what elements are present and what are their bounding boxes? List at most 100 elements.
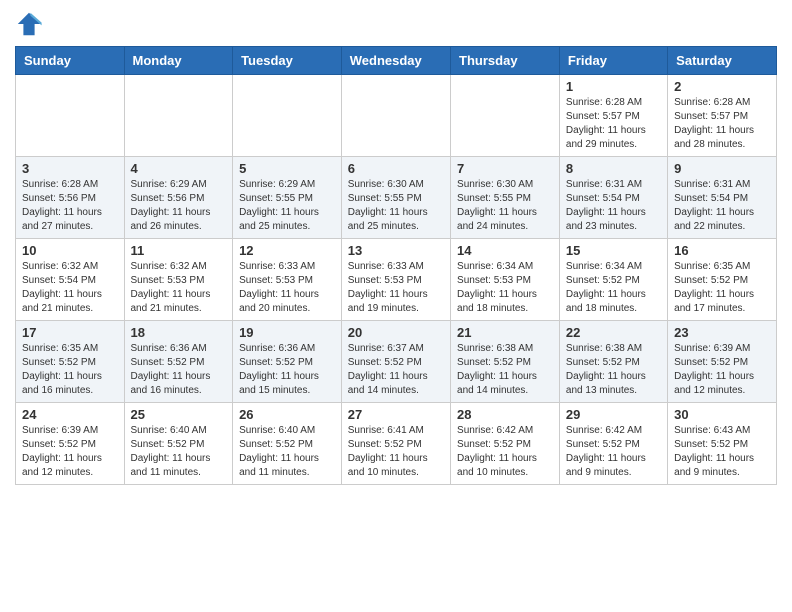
calendar-header-row: SundayMondayTuesdayWednesdayThursdayFrid… xyxy=(16,47,777,75)
day-info: Sunrise: 6:39 AM Sunset: 5:52 PM Dayligh… xyxy=(22,424,118,480)
day-info: Sunrise: 6:38 AM Sunset: 5:52 PM Dayligh… xyxy=(566,342,661,398)
calendar-cell: 10 Sunrise: 6:32 AM Sunset: 5:54 PM Dayli… xyxy=(16,239,125,321)
calendar-cell: 12 Sunrise: 6:33 AM Sunset: 5:53 PM Dayli… xyxy=(233,239,342,321)
calendar-cell: 14Sunrise: 6:34 AM Sunset: 5:53 PM Dayli… xyxy=(451,239,560,321)
week-row-2: 10 Sunrise: 6:32 AM Sunset: 5:54 PM Dayli… xyxy=(16,239,777,321)
day-info: Sunrise: 6:42 AM Sunset: 5:52 PM Dayligh… xyxy=(457,424,553,480)
day-number: 20 xyxy=(348,325,444,340)
calendar-cell: 9Sunrise: 6:31 AM Sunset: 5:54 PM Daylig… xyxy=(668,157,777,239)
day-info: Sunrise: 6:30 AM Sunset: 5:55 PM Dayligh… xyxy=(457,178,553,234)
day-info: Sunrise: 6:37 AM Sunset: 5:52 PM Dayligh… xyxy=(348,342,444,398)
day-number: 9 xyxy=(674,161,770,176)
day-number: 6 xyxy=(348,161,444,176)
calendar-cell: 21 Sunrise: 6:38 AM Sunset: 5:52 PM Dayli… xyxy=(451,321,560,403)
day-info: Sunrise: 6:40 AM Sunset: 5:52 PM Dayligh… xyxy=(239,424,335,480)
calendar-cell xyxy=(124,75,233,157)
calendar-cell: 1 Sunrise: 6:28 AM Sunset: 5:57 PM Daylig… xyxy=(559,75,667,157)
calendar-cell: 23Sunrise: 6:39 AM Sunset: 5:52 PM Dayli… xyxy=(668,321,777,403)
calendar-cell xyxy=(451,75,560,157)
calendar-cell: 5 Sunrise: 6:29 AM Sunset: 5:55 PM Daylig… xyxy=(233,157,342,239)
calendar-cell: 8 Sunrise: 6:31 AM Sunset: 5:54 PM Daylig… xyxy=(559,157,667,239)
day-number: 4 xyxy=(131,161,227,176)
day-info: Sunrise: 6:28 AM Sunset: 5:57 PM Dayligh… xyxy=(674,96,770,152)
day-info: Sunrise: 6:29 AM Sunset: 5:55 PM Dayligh… xyxy=(239,178,335,234)
day-info: Sunrise: 6:38 AM Sunset: 5:52 PM Dayligh… xyxy=(457,342,553,398)
header-wednesday: Wednesday xyxy=(341,47,450,75)
calendar-cell: 2 Sunrise: 6:28 AM Sunset: 5:57 PM Daylig… xyxy=(668,75,777,157)
logo[interactable] xyxy=(15,10,45,38)
day-info: Sunrise: 6:35 AM Sunset: 5:52 PM Dayligh… xyxy=(674,260,770,316)
calendar-cell: 22Sunrise: 6:38 AM Sunset: 5:52 PM Dayli… xyxy=(559,321,667,403)
calendar: SundayMondayTuesdayWednesdayThursdayFrid… xyxy=(15,46,777,485)
week-row-4: 24 Sunrise: 6:39 AM Sunset: 5:52 PM Dayli… xyxy=(16,403,777,485)
calendar-cell: 11Sunrise: 6:32 AM Sunset: 5:53 PM Dayli… xyxy=(124,239,233,321)
day-number: 21 xyxy=(457,325,553,340)
day-info: Sunrise: 6:34 AM Sunset: 5:52 PM Dayligh… xyxy=(566,260,661,316)
day-info: Sunrise: 6:35 AM Sunset: 5:52 PM Dayligh… xyxy=(22,342,118,398)
calendar-cell: 17 Sunrise: 6:35 AM Sunset: 5:52 PM Dayli… xyxy=(16,321,125,403)
calendar-cell: 27 Sunrise: 6:41 AM Sunset: 5:52 PM Dayli… xyxy=(341,403,450,485)
day-number: 14 xyxy=(457,243,553,258)
day-number: 19 xyxy=(239,325,335,340)
week-row-3: 17 Sunrise: 6:35 AM Sunset: 5:52 PM Dayli… xyxy=(16,321,777,403)
day-number: 2 xyxy=(674,79,770,94)
day-number: 7 xyxy=(457,161,553,176)
day-number: 28 xyxy=(457,407,553,422)
day-number: 26 xyxy=(239,407,335,422)
day-number: 29 xyxy=(566,407,661,422)
day-number: 8 xyxy=(566,161,661,176)
day-number: 15 xyxy=(566,243,661,258)
header-tuesday: Tuesday xyxy=(233,47,342,75)
day-number: 12 xyxy=(239,243,335,258)
day-number: 3 xyxy=(22,161,118,176)
header-friday: Friday xyxy=(559,47,667,75)
calendar-cell: 3 Sunrise: 6:28 AM Sunset: 5:56 PM Daylig… xyxy=(16,157,125,239)
day-info: Sunrise: 6:28 AM Sunset: 5:56 PM Dayligh… xyxy=(22,178,118,234)
page-header xyxy=(15,10,777,38)
day-info: Sunrise: 6:33 AM Sunset: 5:53 PM Dayligh… xyxy=(239,260,335,316)
calendar-cell: 16Sunrise: 6:35 AM Sunset: 5:52 PM Dayli… xyxy=(668,239,777,321)
calendar-cell xyxy=(16,75,125,157)
day-number: 5 xyxy=(239,161,335,176)
header-thursday: Thursday xyxy=(451,47,560,75)
day-number: 27 xyxy=(348,407,444,422)
day-info: Sunrise: 6:36 AM Sunset: 5:52 PM Dayligh… xyxy=(239,342,335,398)
day-info: Sunrise: 6:29 AM Sunset: 5:56 PM Dayligh… xyxy=(131,178,227,234)
day-number: 25 xyxy=(131,407,227,422)
calendar-cell: 4 Sunrise: 6:29 AM Sunset: 5:56 PM Daylig… xyxy=(124,157,233,239)
calendar-cell: 25 Sunrise: 6:40 AM Sunset: 5:52 PM Dayli… xyxy=(124,403,233,485)
calendar-cell: 26 Sunrise: 6:40 AM Sunset: 5:52 PM Dayli… xyxy=(233,403,342,485)
calendar-cell: 18 Sunrise: 6:36 AM Sunset: 5:52 PM Dayli… xyxy=(124,321,233,403)
logo-icon xyxy=(15,10,43,38)
day-info: Sunrise: 6:36 AM Sunset: 5:52 PM Dayligh… xyxy=(131,342,227,398)
day-info: Sunrise: 6:32 AM Sunset: 5:54 PM Dayligh… xyxy=(22,260,118,316)
calendar-cell: 24 Sunrise: 6:39 AM Sunset: 5:52 PM Dayli… xyxy=(16,403,125,485)
day-info: Sunrise: 6:40 AM Sunset: 5:52 PM Dayligh… xyxy=(131,424,227,480)
day-info: Sunrise: 6:30 AM Sunset: 5:55 PM Dayligh… xyxy=(348,178,444,234)
day-info: Sunrise: 6:43 AM Sunset: 5:52 PM Dayligh… xyxy=(674,424,770,480)
calendar-cell xyxy=(233,75,342,157)
day-number: 24 xyxy=(22,407,118,422)
calendar-cell: 30Sunrise: 6:43 AM Sunset: 5:52 PM Dayli… xyxy=(668,403,777,485)
header-monday: Monday xyxy=(124,47,233,75)
calendar-cell: 7 Sunrise: 6:30 AM Sunset: 5:55 PM Daylig… xyxy=(451,157,560,239)
calendar-cell: 20 Sunrise: 6:37 AM Sunset: 5:52 PM Dayli… xyxy=(341,321,450,403)
day-number: 10 xyxy=(22,243,118,258)
calendar-cell: 15 Sunrise: 6:34 AM Sunset: 5:52 PM Dayli… xyxy=(559,239,667,321)
day-number: 23 xyxy=(674,325,770,340)
calendar-cell: 28 Sunrise: 6:42 AM Sunset: 5:52 PM Dayli… xyxy=(451,403,560,485)
week-row-1: 3 Sunrise: 6:28 AM Sunset: 5:56 PM Daylig… xyxy=(16,157,777,239)
day-number: 1 xyxy=(566,79,661,94)
calendar-cell: 13Sunrise: 6:33 AM Sunset: 5:53 PM Dayli… xyxy=(341,239,450,321)
day-number: 17 xyxy=(22,325,118,340)
day-info: Sunrise: 6:28 AM Sunset: 5:57 PM Dayligh… xyxy=(566,96,661,152)
day-info: Sunrise: 6:31 AM Sunset: 5:54 PM Dayligh… xyxy=(566,178,661,234)
calendar-cell xyxy=(341,75,450,157)
day-number: 18 xyxy=(131,325,227,340)
calendar-cell: 19 Sunrise: 6:36 AM Sunset: 5:52 PM Dayli… xyxy=(233,321,342,403)
day-number: 11 xyxy=(131,243,227,258)
day-info: Sunrise: 6:41 AM Sunset: 5:52 PM Dayligh… xyxy=(348,424,444,480)
day-info: Sunrise: 6:33 AM Sunset: 5:53 PM Dayligh… xyxy=(348,260,444,316)
day-info: Sunrise: 6:42 AM Sunset: 5:52 PM Dayligh… xyxy=(566,424,661,480)
header-saturday: Saturday xyxy=(668,47,777,75)
